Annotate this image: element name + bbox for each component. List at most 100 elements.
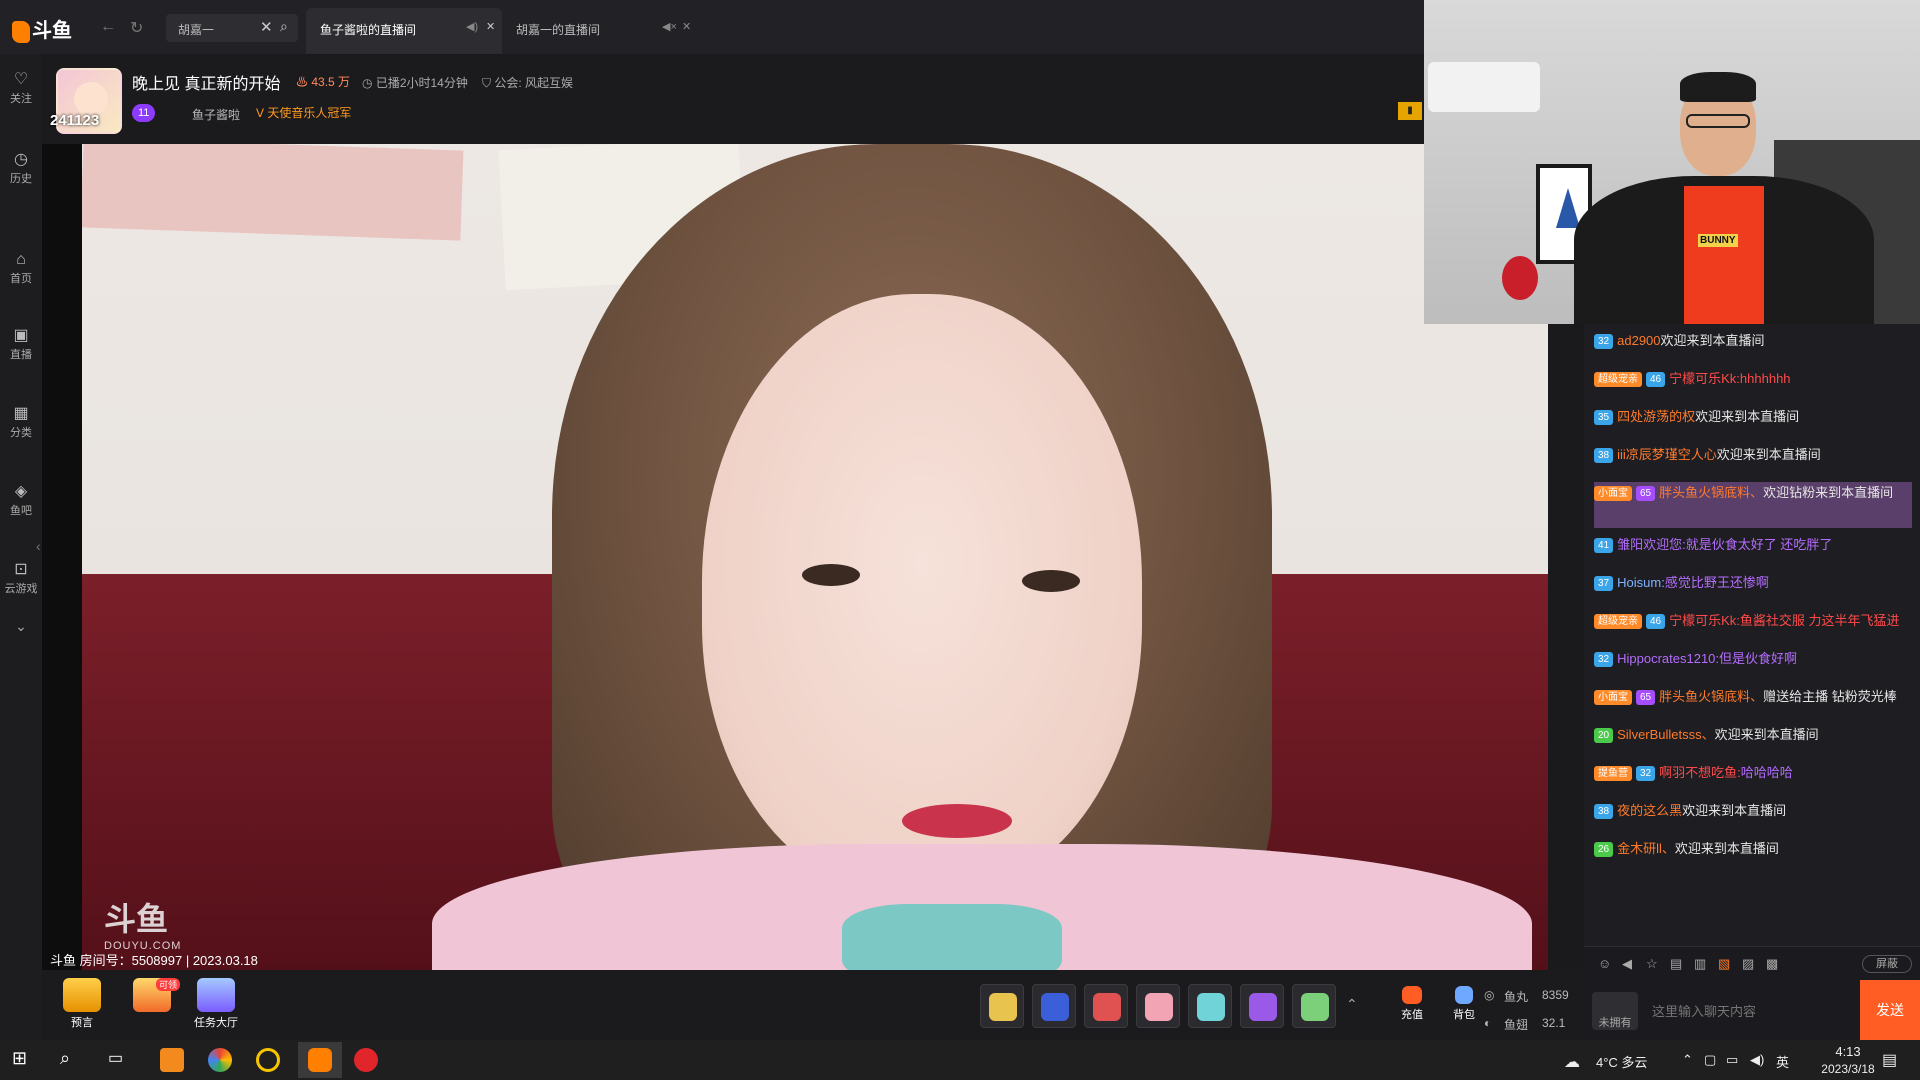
refresh-icon[interactable]: ↻ [130,18,143,38]
megaphone-icon[interactable]: ◀ [1622,956,1632,972]
chat-message[interactable]: 提鱼营 32 啊羽不想吃鱼:哈哈哈哈 [1594,762,1912,792]
star-icon[interactable]: ☆ [1646,956,1658,972]
chat-text: 哈哈哈哈 [1740,765,1793,780]
gift-item[interactable] [1292,984,1336,1028]
task-hall-button[interactable]: 任务大厅 [186,978,246,1032]
task-view-icon[interactable]: ▭ [108,1048,132,1072]
chat-message[interactable]: 32 ad2900欢迎来到本直播间 [1594,330,1912,360]
douyu-taskbar-active[interactable] [298,1042,342,1078]
guild-info[interactable]: ⛉ 公会: 风起互娱 [482,74,573,91]
tab-active-room[interactable]: 鱼子酱啦的直播间 ◀) ✕ [306,8,502,54]
chat-message[interactable]: 26 金木研ll、欢迎来到本直播间 [1594,838,1912,868]
video-player[interactable]: 斗鱼 DOUYU.COM 斗鱼 房间号：5508997 | 2023.03.18 [42,144,1548,970]
chat-username[interactable]: 夜的这么黑 [1617,803,1682,818]
gift-item[interactable] [1136,984,1180,1028]
sidebar-item-fishbar[interactable]: ◈ 鱼吧 [0,482,42,518]
gift-item[interactable] [1084,984,1128,1028]
rank-tag[interactable]: ▮ [1398,102,1422,120]
super-icon[interactable]: ▥ [1694,956,1706,972]
clock-time[interactable]: 4:13 [1818,1044,1878,1059]
owned-badge[interactable]: 未拥有 [1592,992,1638,1030]
hot-icon[interactable]: ▨ [1742,956,1754,972]
gift-item[interactable] [1240,984,1284,1028]
search-icon[interactable]: ⌕ [60,1048,84,1072]
sidebar-item-home[interactable]: ⌂ 首页 [0,250,42,286]
chat-username[interactable]: iii凉辰梦瑾空人心 [1617,447,1717,462]
chat-username[interactable]: 胖头鱼火锅底料、 [1659,485,1763,500]
quick-icon[interactable]: ▩ [1766,956,1778,972]
chevron-up-icon[interactable]: ⌃ [1346,996,1358,1013]
chat-username[interactable]: Hoisum: [1617,575,1665,590]
user-level-badge: 46 [1646,614,1666,630]
chat-message[interactable]: 37 Hoisum:感觉比野王还惨啊 [1594,572,1912,602]
search-box[interactable]: 胡嘉一 ✕ ⌕ [166,14,298,42]
chat-username[interactable]: 雏阳欢迎您: [1617,537,1686,552]
sidebar-item-live[interactable]: ▣ 直播 [0,326,42,362]
chat-username[interactable]: 啊羽不想吃鱼: [1659,765,1741,780]
tray-chevron-icon[interactable]: ⌃ [1682,1052,1693,1068]
chat-message[interactable]: 超级宠亲 46 宁檬可乐Kk:hhhhhhh [1594,368,1912,398]
close-icon[interactable]: ✕ [682,20,691,33]
chat-username[interactable]: 宁檬可乐Kk: [1669,613,1740,628]
search-icon[interactable]: ⌕ [280,18,288,35]
speaker-icon[interactable]: ◀) [466,20,478,33]
chat-username[interactable]: 金木研ll、 [1617,841,1675,856]
sidebar-item-follow[interactable]: ♡ 关注 [0,70,42,106]
windows-taskbar: ⊞ ⌕ ▭ ☁ 4°C 多云 ⌃ ▢ ▭ ◀) 英 4:13 2023/3/18… [0,1040,1920,1080]
chat-message[interactable]: 38 夜的这么黑欢迎来到本直播间 [1594,800,1912,830]
sidebar-item-category[interactable]: ▦ 分类 [0,404,42,440]
barrage-icon[interactable]: ▧ [1718,956,1730,972]
ime-indicator[interactable]: 英 [1776,1052,1789,1071]
tab-other-room[interactable]: 胡嘉一的直播间 ◀× ✕ [502,8,698,54]
chat-username[interactable]: ad2900 [1617,333,1660,348]
chat-input[interactable] [1644,988,1840,1034]
chat-message[interactable]: 超级宠亲 46 宁檬可乐Kk:鱼酱社交服 力这半年飞猛进 [1594,610,1912,640]
gift-car-icon [1197,993,1225,1021]
gift-item[interactable] [1188,984,1232,1028]
recharge-button[interactable]: 充值 [1382,978,1442,1032]
fan-badge: 提鱼营 [1594,766,1632,782]
host-name[interactable]: 鱼子酱啦 [192,106,240,123]
windows-start-icon[interactable]: ⊞ [12,1048,36,1072]
expand-icon[interactable]: ⌄ [0,618,42,635]
search-input[interactable]: 胡嘉一 [178,21,214,38]
chrome-icon[interactable] [208,1048,232,1072]
chat-message[interactable]: 41 雏阳欢迎您:就是伙食太好了 还吃胖了 [1594,534,1912,564]
notification-icon[interactable]: ▤ [1882,1050,1897,1070]
circle-app-icon[interactable] [256,1048,280,1072]
chat-username[interactable]: Hippocrates1210: [1617,651,1719,666]
tag-icon[interactable]: ▤ [1670,956,1682,972]
weather-text[interactable]: 4°C 多云 [1596,1052,1647,1071]
back-icon[interactable]: ← [100,18,116,36]
chat-message[interactable]: 32 Hippocrates1210:但是伙食好啊 [1594,648,1912,678]
chat-message[interactable]: 35 四处游荡的权欢迎来到本直播间 [1594,406,1912,436]
forecast-button[interactable]: 预言 [52,978,112,1032]
mute-icon[interactable]: ◀× [662,20,677,33]
tray-app-icon[interactable]: ▢ [1704,1052,1716,1068]
chat-username[interactable]: 宁檬可乐Kk: [1669,371,1740,386]
app-icon[interactable] [160,1048,184,1072]
inset-camera[interactable]: BUNNY [1424,0,1920,324]
gift-claim-button[interactable]: 可领 [122,978,182,1032]
chat-message[interactable]: 20 SilverBulletsss、欢迎来到本直播间 [1594,724,1912,754]
gift-item[interactable] [980,984,1024,1028]
close-icon[interactable]: ✕ [486,20,495,33]
chat-message[interactable]: 小面宝 65 胖头鱼火锅底料、赠送给主播 钻粉荧光棒 [1594,686,1912,716]
clear-icon[interactable]: ✕ [260,18,273,36]
send-button[interactable]: 发送 [1860,980,1920,1040]
chat-username[interactable]: 胖头鱼火锅底料、 [1659,689,1763,704]
gift-item[interactable] [1032,984,1076,1028]
douyu-logo[interactable]: 斗鱼 [12,14,76,43]
shield-toggle[interactable]: 屏蔽 [1862,955,1912,973]
chat-username[interactable]: SilverBulletsss、 [1617,727,1715,742]
emoji-icon[interactable]: ☺ [1598,956,1611,971]
netease-music-icon[interactable] [354,1048,378,1072]
network-icon[interactable]: ▭ [1726,1052,1738,1068]
chat-message[interactable]: 小面宝 65 胖头鱼火锅底料、欢迎钻粉来到本直播间 [1594,482,1912,528]
volume-icon[interactable]: ◀) [1750,1052,1764,1068]
sidebar-item-history[interactable]: ◷ 历史 [0,150,42,186]
chat-message[interactable]: 38 iii凉辰梦瑾空人心欢迎来到本直播间 [1594,444,1912,474]
champion-badge[interactable]: V 天使音乐人冠军 [256,104,351,121]
home-icon: ⌂ [16,251,26,268]
chat-username[interactable]: 四处游荡的权 [1617,409,1695,424]
